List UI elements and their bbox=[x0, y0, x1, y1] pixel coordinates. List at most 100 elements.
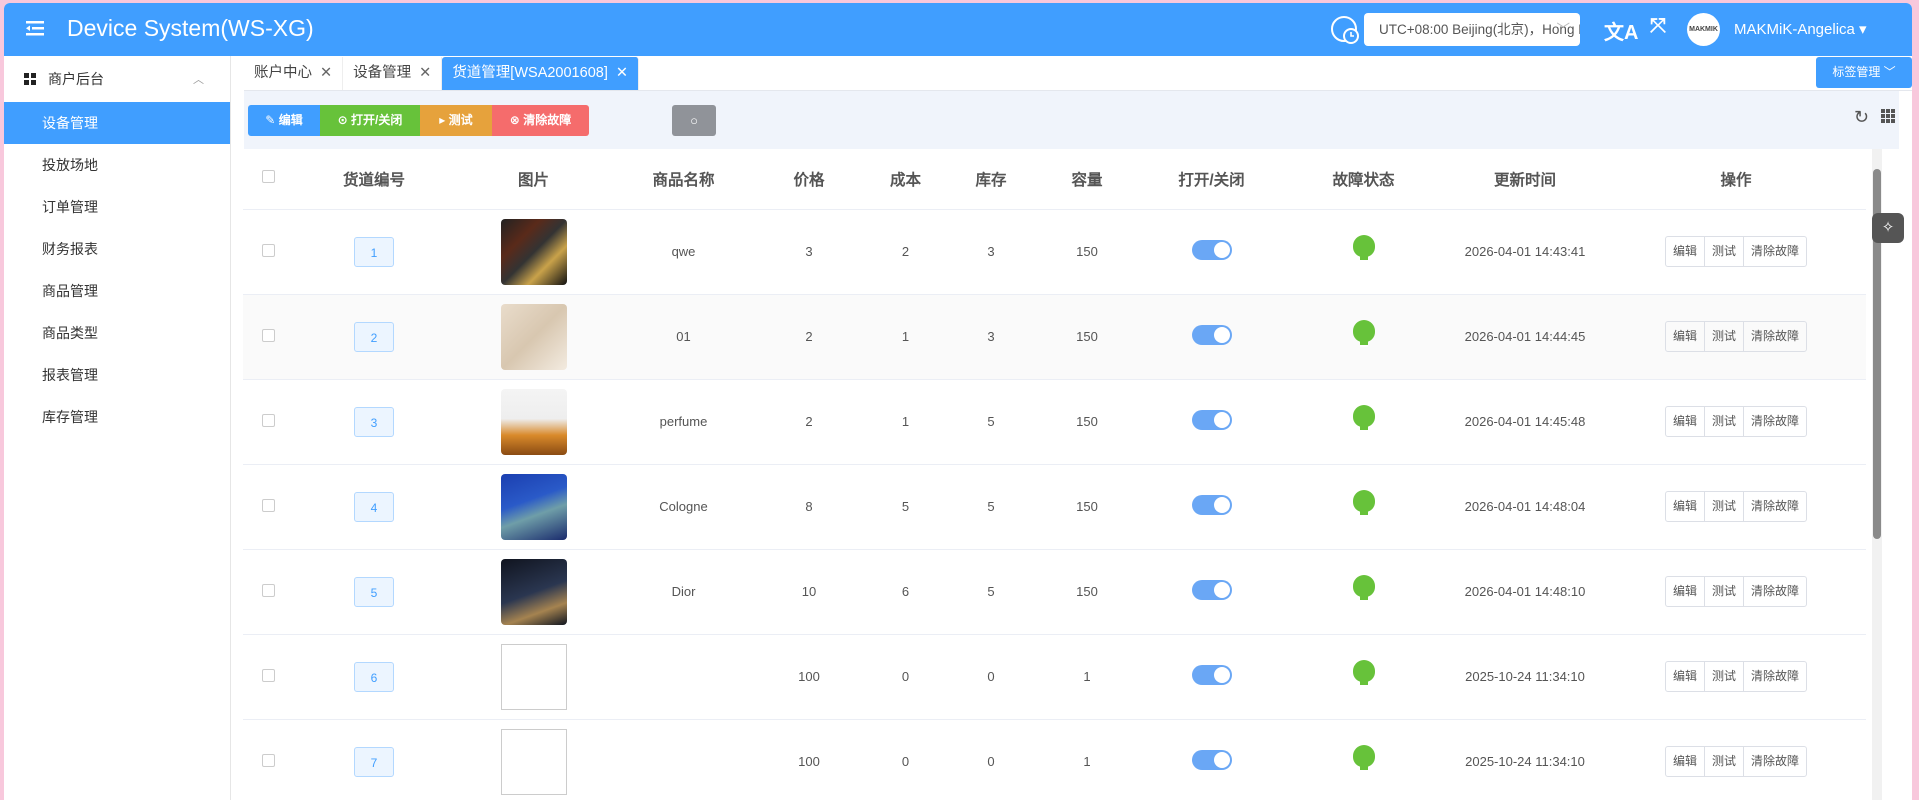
grid-icon bbox=[24, 73, 36, 85]
row-clear-fault-button[interactable]: 清除故障 bbox=[1744, 577, 1806, 606]
row-checkbox[interactable] bbox=[243, 549, 293, 635]
product-image[interactable] bbox=[500, 558, 567, 625]
row-checkbox[interactable] bbox=[243, 379, 293, 465]
sidebar-group-merchant[interactable]: 商户后台 ︿ bbox=[4, 56, 230, 102]
row-checkbox[interactable] bbox=[243, 634, 293, 720]
fullscreen-icon[interactable]: ⤧ bbox=[1650, 15, 1666, 38]
bulb-icon bbox=[1352, 235, 1375, 265]
translate-icon[interactable]: 文A bbox=[1604, 16, 1638, 45]
row-test-button[interactable]: 测试 bbox=[1705, 577, 1744, 606]
name-cell bbox=[612, 719, 755, 800]
stock-cell: 5 bbox=[948, 379, 1034, 465]
close-icon[interactable]: ✕ bbox=[320, 65, 332, 81]
timezone-select[interactable]: UTC+08:00 Beijing(北京)，Hong Kong﹀ bbox=[1364, 13, 1580, 46]
refresh-icon[interactable]: ↻ bbox=[1854, 107, 1869, 128]
product-image[interactable] bbox=[500, 303, 567, 370]
sidebar-item-products[interactable]: 商品管理 bbox=[4, 270, 230, 312]
cost-cell: 6 bbox=[863, 549, 948, 635]
open-close-switch[interactable] bbox=[1191, 580, 1232, 600]
open-close-switch[interactable] bbox=[1191, 410, 1232, 430]
sidebar-item-venue[interactable]: 投放场地 bbox=[4, 144, 230, 186]
tab-lane[interactable]: 货道管理[WSA2001608] ✕ bbox=[442, 57, 640, 90]
clear-fault-button[interactable]: ⊗ 清除故障 bbox=[492, 105, 589, 136]
edit-button[interactable]: ✎ 编辑 bbox=[248, 105, 320, 136]
row-clear-fault-button[interactable]: 清除故障 bbox=[1744, 407, 1806, 436]
row-clear-fault-button[interactable]: 清除故障 bbox=[1744, 747, 1806, 776]
toggle-cell bbox=[1140, 464, 1283, 550]
row-clear-fault-button[interactable]: 清除故障 bbox=[1744, 322, 1806, 351]
sidebar-item-finance[interactable]: 财务报表 bbox=[4, 228, 230, 270]
capacity-cell: 150 bbox=[1034, 294, 1140, 380]
open-close-switch[interactable] bbox=[1191, 495, 1232, 515]
open-close-switch[interactable] bbox=[1191, 240, 1232, 260]
magic-wand-icon[interactable]: ✧ bbox=[1872, 213, 1904, 243]
tab-account[interactable]: 账户中心 ✕ bbox=[244, 57, 344, 90]
sidebar-item-orders[interactable]: 订单管理 bbox=[4, 186, 230, 228]
col-lane: 货道编号 bbox=[293, 149, 455, 210]
sidebar-item-device[interactable]: 设备管理 bbox=[4, 102, 230, 144]
lane-tag: 1 bbox=[354, 236, 394, 267]
row-test-button[interactable]: 测试 bbox=[1705, 747, 1744, 776]
row-edit-button[interactable]: 编辑 bbox=[1666, 322, 1705, 351]
time-cell: 2026-04-01 14:48:10 bbox=[1444, 549, 1606, 635]
actions-cell: 编辑 测试 清除故障 bbox=[1606, 719, 1866, 800]
close-icon[interactable]: ✕ bbox=[616, 65, 628, 81]
sidebar-item-reports[interactable]: 报表管理 bbox=[4, 354, 230, 396]
row-clear-fault-button[interactable]: 清除故障 bbox=[1744, 492, 1806, 521]
image-cell bbox=[455, 294, 612, 380]
product-image[interactable] bbox=[500, 388, 567, 455]
vertical-scrollbar[interactable] bbox=[1872, 149, 1882, 800]
open-close-switch[interactable] bbox=[1191, 665, 1232, 685]
fault-cell bbox=[1283, 634, 1444, 720]
tab-device[interactable]: 设备管理 ✕ bbox=[343, 57, 443, 90]
row-checkbox[interactable] bbox=[243, 209, 293, 295]
broken-image[interactable] bbox=[500, 728, 567, 795]
row-checkbox[interactable] bbox=[243, 719, 293, 800]
tag-manage-button[interactable]: 标签管理 ﹀ bbox=[1816, 57, 1912, 88]
toggle-icon: ⊙ bbox=[337, 113, 348, 127]
lane-cell: 1 bbox=[293, 209, 455, 295]
close-icon[interactable]: ✕ bbox=[419, 65, 431, 81]
product-image[interactable] bbox=[500, 218, 567, 285]
row-edit-button[interactable]: 编辑 bbox=[1666, 492, 1705, 521]
row-edit-button[interactable]: 编辑 bbox=[1666, 577, 1705, 606]
row-checkbox[interactable] bbox=[243, 294, 293, 380]
toggle-label: 打开/关闭 bbox=[351, 113, 403, 127]
stock-cell: 3 bbox=[948, 294, 1034, 380]
row-edit-button[interactable]: 编辑 bbox=[1666, 662, 1705, 691]
row-clear-fault-button[interactable]: 清除故障 bbox=[1744, 237, 1806, 266]
row-edit-button[interactable]: 编辑 bbox=[1666, 407, 1705, 436]
open-close-switch[interactable] bbox=[1191, 325, 1232, 345]
search-button[interactable]: ○ bbox=[672, 105, 716, 136]
test-button[interactable]: ▸ 测试 bbox=[420, 105, 492, 136]
toggle-cell bbox=[1140, 549, 1283, 635]
toggle-button[interactable]: ⊙ 打开/关闭 bbox=[320, 105, 420, 136]
sidebar-item-product-types[interactable]: 商品类型 bbox=[4, 312, 230, 354]
sidebar-item-inventory[interactable]: 库存管理 bbox=[4, 396, 230, 438]
product-image[interactable] bbox=[500, 473, 567, 540]
row-clear-fault-button[interactable]: 清除故障 bbox=[1744, 662, 1806, 691]
cost-cell: 1 bbox=[863, 294, 948, 380]
broken-image[interactable] bbox=[500, 643, 567, 710]
menu-fold-icon[interactable] bbox=[26, 19, 44, 37]
price-cell: 10 bbox=[755, 549, 863, 635]
row-test-button[interactable]: 测试 bbox=[1705, 662, 1744, 691]
col-capacity: 容量 bbox=[1034, 149, 1140, 210]
time-cell: 2025-10-24 11:34:10 bbox=[1444, 719, 1606, 800]
row-test-button[interactable]: 测试 bbox=[1705, 492, 1744, 521]
bulb-icon bbox=[1352, 405, 1375, 435]
row-test-button[interactable]: 测试 bbox=[1705, 322, 1744, 351]
row-edit-button[interactable]: 编辑 bbox=[1666, 747, 1705, 776]
columns-grid-icon[interactable] bbox=[1881, 109, 1895, 123]
user-menu[interactable]: MAKMiK-Angelica ▾ bbox=[1734, 20, 1867, 38]
select-all-checkbox[interactable] bbox=[243, 149, 293, 210]
avatar[interactable]: MAKMIK bbox=[1687, 13, 1720, 46]
row-checkbox[interactable] bbox=[243, 464, 293, 550]
image-cell bbox=[455, 549, 612, 635]
row-test-button[interactable]: 测试 bbox=[1705, 237, 1744, 266]
open-close-switch[interactable] bbox=[1191, 750, 1232, 770]
row-test-button[interactable]: 测试 bbox=[1705, 407, 1744, 436]
fault-cell bbox=[1283, 464, 1444, 550]
fault-cell bbox=[1283, 294, 1444, 380]
row-edit-button[interactable]: 编辑 bbox=[1666, 237, 1705, 266]
